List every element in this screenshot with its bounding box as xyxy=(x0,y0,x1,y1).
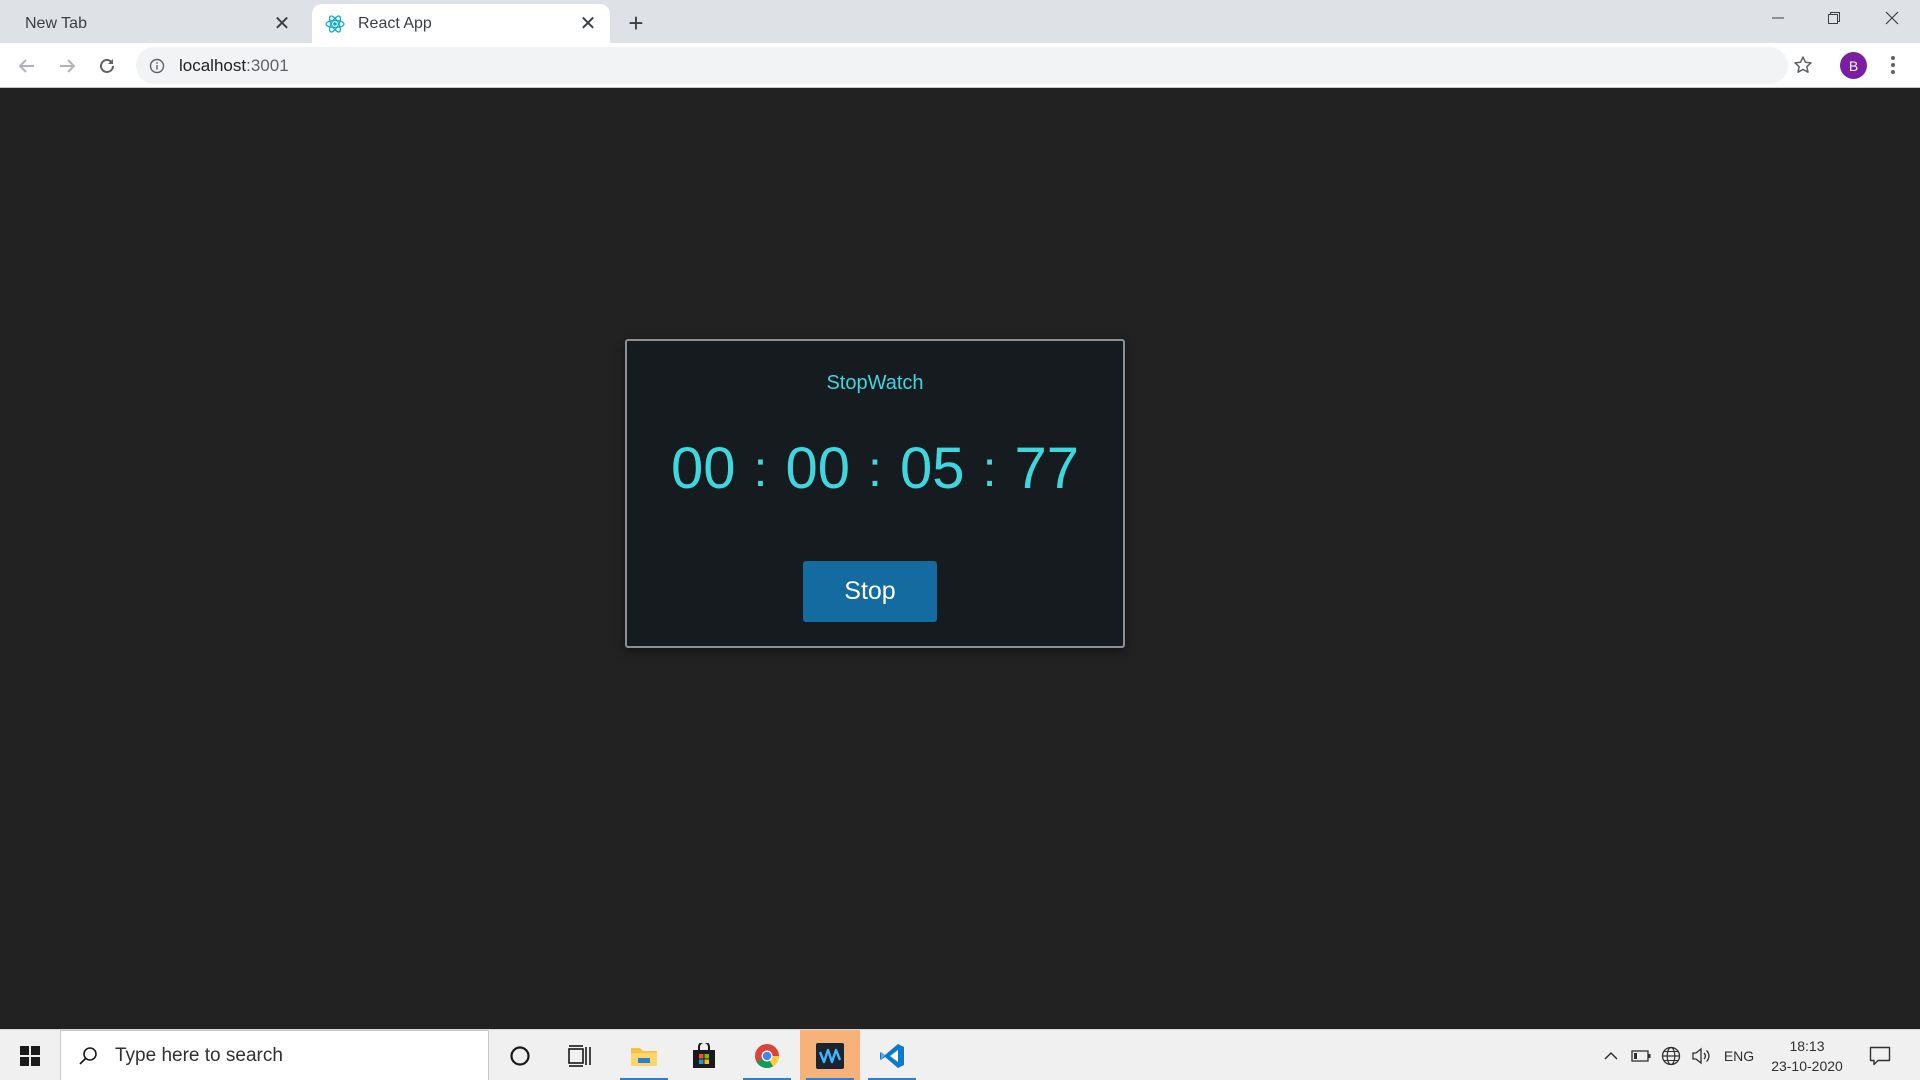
tab-title: React App xyxy=(358,14,432,32)
timer-seconds: 05 xyxy=(900,436,965,501)
arrow-right-icon xyxy=(60,59,76,73)
waveform-app-icon xyxy=(816,1042,844,1069)
task-view-icon xyxy=(568,1044,591,1067)
windows-icon xyxy=(20,1045,40,1066)
language-indicator[interactable]: ENG xyxy=(1720,1030,1758,1080)
volume-button[interactable] xyxy=(1688,1030,1714,1080)
network-button[interactable] xyxy=(1658,1030,1684,1080)
action-center-button[interactable] xyxy=(1860,1030,1900,1080)
timer-separator: : xyxy=(868,441,882,497)
clock-date: 23-10-2020 xyxy=(1771,1057,1843,1074)
star-icon xyxy=(1794,56,1812,73)
search-icon xyxy=(75,1043,101,1069)
window-close-button[interactable] xyxy=(1864,0,1920,36)
profile-avatar[interactable]: B xyxy=(1840,52,1867,79)
timer-separator: : xyxy=(982,441,997,497)
notification-icon xyxy=(1869,1046,1891,1065)
tray-overflow-button[interactable] xyxy=(1598,1030,1624,1080)
timer-display: 00 : 00 : 05 : 77 xyxy=(627,440,1123,498)
tab-react-app[interactable]: React App ✕ xyxy=(312,4,610,43)
cortana-button[interactable] xyxy=(490,1030,550,1080)
url-port: :3001 xyxy=(246,55,289,75)
taskbar: Type here to search ENG 18:13 23-10-2020 xyxy=(0,1029,1920,1080)
forward-button[interactable] xyxy=(51,50,83,82)
search-placeholder: Type here to search xyxy=(115,1044,283,1066)
bookmark-button[interactable] xyxy=(1788,50,1818,80)
page-viewport: StopWatch 00 : 00 : 05 : 77 Stop xyxy=(0,89,1920,1029)
new-tab-button[interactable]: + xyxy=(622,9,650,37)
file-explorer-icon xyxy=(631,1047,657,1066)
globe-icon xyxy=(1661,1046,1681,1065)
tab-strip: New Tab ✕ React App ✕ + xyxy=(0,0,1920,43)
timer-separator: : xyxy=(753,441,768,497)
start-button[interactable] xyxy=(0,1030,60,1080)
minimize-icon xyxy=(1772,17,1784,19)
task-view-button[interactable] xyxy=(550,1030,610,1080)
reload-icon xyxy=(100,59,114,73)
close-icon xyxy=(1885,11,1899,25)
tab-title: New Tab xyxy=(25,14,87,32)
clock-time: 18:13 xyxy=(1789,1037,1825,1054)
speaker-icon xyxy=(1692,1047,1710,1064)
address-bar[interactable]: localhost:3001 xyxy=(136,47,1788,84)
file-explorer-button[interactable] xyxy=(614,1030,674,1080)
reload-button[interactable] xyxy=(91,50,123,82)
vscode-icon xyxy=(880,1043,904,1068)
chrome-icon xyxy=(755,1043,779,1068)
timer-hours: 00 xyxy=(670,436,736,501)
tab-new-tab[interactable]: New Tab ✕ xyxy=(8,4,304,43)
info-icon[interactable] xyxy=(148,57,166,75)
more-vertical-icon xyxy=(1891,56,1895,74)
waveform-app-button[interactable] xyxy=(800,1030,860,1080)
clock[interactable]: 18:13 23-10-2020 xyxy=(1762,1030,1852,1080)
taskbar-search[interactable]: Type here to search xyxy=(60,1030,489,1080)
battery-icon xyxy=(1631,1049,1651,1062)
browser-toolbar: localhost:3001 B xyxy=(0,43,1920,88)
back-button[interactable] xyxy=(11,50,43,82)
minimize-button[interactable] xyxy=(1750,0,1806,36)
battery-button[interactable] xyxy=(1628,1030,1654,1080)
timer-centiseconds: 77 xyxy=(1014,436,1080,501)
restore-icon xyxy=(1828,12,1840,24)
close-icon[interactable]: ✕ xyxy=(576,12,600,36)
store-icon xyxy=(693,1042,715,1068)
chevron-up-icon xyxy=(1604,1051,1618,1060)
browser-menu-button[interactable] xyxy=(1881,50,1905,80)
url-host: localhost xyxy=(179,55,247,75)
close-icon[interactable]: ✕ xyxy=(270,12,294,36)
stopwatch-title: StopWatch xyxy=(826,372,924,394)
chrome-button[interactable] xyxy=(737,1030,797,1080)
url-text: localhost:3001 xyxy=(179,56,289,76)
vscode-button[interactable] xyxy=(862,1030,922,1080)
store-button[interactable] xyxy=(674,1030,734,1080)
arrow-left-icon xyxy=(18,59,34,73)
react-icon xyxy=(325,14,345,34)
restore-button[interactable] xyxy=(1806,0,1862,36)
stopwatch-card: StopWatch 00 : 00 : 05 : 77 Stop xyxy=(625,339,1125,648)
stop-button[interactable]: Stop xyxy=(803,561,937,622)
timer-minutes: 00 xyxy=(785,436,850,501)
cortana-icon xyxy=(510,1045,530,1066)
